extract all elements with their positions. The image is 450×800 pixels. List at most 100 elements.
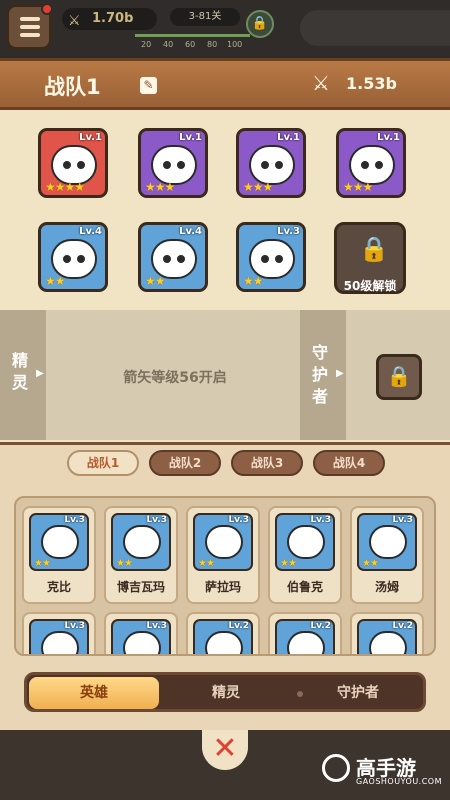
hero-level: Lv.2 [392,621,413,631]
hero-name: 汤姆 [374,580,399,594]
progress-tick: 80 [207,40,218,49]
edit-icon[interactable]: ✎ [140,77,157,94]
watermark-logo-icon [322,754,350,782]
lock-icon[interactable]: 🔒 [246,10,274,38]
hero-level: Lv.2 [310,621,331,631]
hud-power: ⚔ 1.70b [62,8,157,30]
roster-hero-card[interactable]: Lv.3 ★★ 萨拉玛 [186,506,260,604]
roster-hero-card[interactable]: Lv.3 ★★ 伯鲁克 [268,506,342,604]
hero-level: Lv.4 [179,226,202,237]
roster-hero-card[interactable]: Lv.3 ★★ 汤姆 [350,506,424,604]
guardian-label: 守护者 [312,343,329,406]
hero-name: 伯鲁克 [286,580,323,594]
team-title: 战队1 [44,75,101,99]
hud-power-value: 1.70b [92,11,134,26]
hero-slot-4[interactable]: Lv.1 ★★★ [336,128,406,198]
stage-progress: 20 40 60 80 100 [135,30,250,49]
menu-icon-bar [20,33,40,37]
hero-portrait [349,145,395,185]
progress-tick: 20 [141,40,152,49]
lock-icon: 🔒 [386,364,412,388]
swords-icon: ⚔ [68,13,81,29]
hero-level: Lv.4 [79,226,102,237]
menu-icon [20,17,40,21]
hero-face [41,631,79,654]
hero-stars: ★★★★ [45,180,85,194]
hero-level: Lv.3 [310,515,331,525]
roster-hero-card[interactable]: Lv.2 [350,612,424,654]
stage-label: 3-81关 [170,8,240,26]
team-header: 战队1 ✎ ⚔ 1.53b [0,58,450,110]
watermark: 高手游 GAOSHOUYOU.COM [322,752,444,792]
guardian-lock-slot[interactable]: 🔒 [376,354,422,400]
hero-portrait: Lv.2 [357,619,417,654]
team-power-value: 1.53b [346,74,397,93]
hero-slot-5[interactable]: Lv.4 ★★ [38,222,108,292]
tab-team-4[interactable]: 战队4 [313,450,385,476]
hero-stars: ★★★ [243,180,273,194]
hero-face [369,631,407,654]
tab-team-3[interactable]: 战队3 [231,450,303,476]
hero-portrait [151,239,197,279]
hero-level: Lv.3 [146,621,167,631]
hero-slot-1[interactable]: Lv.1 ★★★★ [38,128,108,198]
hero-portrait [249,145,295,185]
roster-hero-card[interactable]: Lv.3 ★★ 克比 [22,506,96,604]
chevron-right-icon: ▶ [336,368,344,379]
hero-portrait [51,239,97,279]
hero-level: Lv.3 [277,226,300,237]
hero-face [287,631,325,654]
hero-face [123,525,161,559]
hero-stars: ★★ [116,558,133,569]
hero-level: Lv.1 [179,132,202,143]
hero-slot-6[interactable]: Lv.4 ★★ [138,222,208,292]
hero-slot-2[interactable]: Lv.1 ★★★ [138,128,208,198]
hero-face [205,631,243,654]
progress-tick: 100 [227,40,243,49]
hero-portrait: Lv.3 ★★ [357,513,417,571]
hero-face [369,525,407,559]
roster-hero-card[interactable]: Lv.3 [22,612,96,654]
hero-name: 博吉瓦玛 [116,580,165,594]
hero-portrait: Lv.3 ★★ [29,513,89,571]
hero-face [123,631,161,654]
hero-level: Lv.1 [377,132,400,143]
spirit-label: 精灵 [12,351,29,392]
chevron-right-icon: ▶ [36,368,44,379]
roster-hero-card[interactable]: Lv.3 ★★ 博吉瓦玛 [104,506,178,604]
hero-slot-3[interactable]: Lv.1 ★★★ [236,128,306,198]
hero-level: Lv.3 [146,515,167,525]
category-segment-bar: 英雄 精灵 守护者 [24,672,426,712]
roster-hero-card[interactable]: Lv.2 [268,612,342,654]
segment-spirits[interactable]: 精灵 [161,677,291,709]
progress-track [135,34,250,37]
hero-name: 克比 [46,580,71,594]
team-tabs: 战队1 战队2 战队3 战队4 [67,450,387,478]
hero-slot-7[interactable]: Lv.3 ★★ [236,222,306,292]
progress-tick: 40 [163,40,174,49]
menu-button[interactable] [6,3,53,50]
hero-stars: ★★ [243,274,263,288]
hero-portrait: Lv.3 ★★ [111,513,171,571]
hero-portrait [51,145,97,185]
hero-portrait: Lv.2 [275,619,335,654]
locked-hero-slot[interactable]: 🔒 50级解锁 [334,222,406,294]
hero-stars: ★★★ [343,180,373,194]
spirit-unlock-text: 箭矢等级56开启 [123,370,227,386]
roster-hero-card[interactable]: Lv.3 [104,612,178,654]
roster-hero-card[interactable]: Lv.2 [186,612,260,654]
tab-team-1[interactable]: 战队1 [67,450,139,476]
segment-heroes[interactable]: 英雄 [29,677,159,709]
hero-portrait [249,239,295,279]
swords-icon: ⚔ [312,71,330,95]
tab-team-2[interactable]: 战队2 [149,450,221,476]
hero-face [205,525,243,559]
segment-guardians[interactable]: 守护者 [293,677,423,709]
hero-stars: ★★ [198,558,215,569]
hero-portrait: Lv.3 [111,619,171,654]
hero-portrait [151,145,197,185]
hero-face [41,525,79,559]
menu-icon-bar [20,25,40,29]
lock-icon: 🔒 [359,235,389,263]
hero-portrait: Lv.3 [29,619,89,654]
